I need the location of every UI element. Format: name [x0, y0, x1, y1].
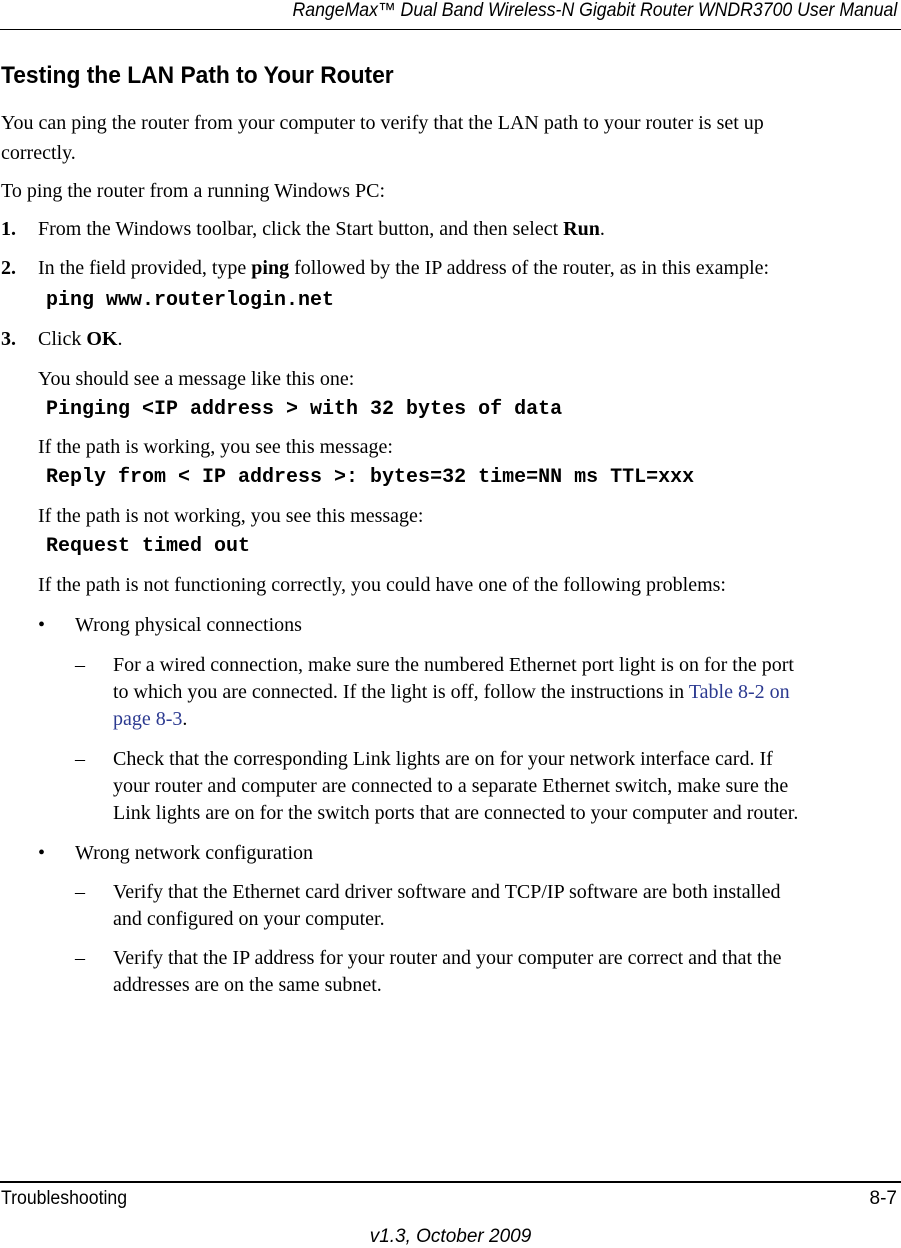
footer-version: v1.3, October 2009: [369, 1226, 532, 1247]
step-2-text-before: In the field provided, type: [38, 257, 252, 279]
problem-1-item-1-period: .: [182, 708, 188, 730]
step-1-number: 1.: [1, 218, 16, 240]
footer-divider: [0, 1181, 901, 1183]
dash-icon: –: [75, 654, 85, 676]
step-2-text: In the field provided, type ping followe…: [38, 253, 769, 283]
problem-1-item-2-line-3: Link lights are on for the switch ports …: [113, 802, 799, 824]
expect-label: You should see a message like this one:: [38, 368, 355, 390]
problem-1-item-1-line-2: to which you are connected. If the light…: [113, 677, 790, 707]
working-label: If the path is working, you see this mes…: [38, 436, 393, 458]
manual-title: RangeMax™ Dual Band Wireless-N Gigabit R…: [292, 0, 897, 21]
step-3-text-after: .: [117, 328, 123, 350]
problem-1-title: Wrong physical connections: [75, 614, 302, 636]
step-2-bold-ping: ping: [251, 257, 290, 279]
intro-line-2: correctly.: [1, 142, 76, 164]
step-1-text: From the Windows toolbar, click the Star…: [38, 214, 605, 244]
problem-2-item-1-line-2: and configured on your computer.: [113, 908, 385, 930]
intro-line-1: You can ping the router from your comput…: [1, 112, 764, 134]
step-3-bold-ok: OK: [86, 328, 118, 350]
problem-2-item-1-line-1: Verify that the Ethernet card driver sof…: [113, 881, 781, 903]
problem-1-item-2-line-2: your router and computer are connected t…: [113, 775, 789, 797]
footer-page-number: 8-7: [869, 1188, 897, 1209]
dash-icon: –: [75, 947, 85, 969]
section-title: Testing the LAN Path to Your Router: [1, 62, 394, 89]
step-2-text-after: followed by the IP address of the router…: [289, 257, 770, 279]
dash-icon: –: [75, 881, 85, 903]
header-divider: [0, 29, 901, 30]
problem-1-item-1-line-1: For a wired connection, make sure the nu…: [113, 654, 794, 676]
not-working-code: Request timed out: [46, 535, 251, 558]
step-1-text-after: .: [599, 218, 605, 240]
bullet-icon: •: [38, 842, 46, 864]
step-1-bold-run: Run: [563, 218, 600, 240]
problem-2-item-2-line-1: Verify that the IP address for your rout…: [113, 947, 782, 969]
working-code: Reply from < IP address >: bytes=32 time…: [46, 466, 695, 489]
problems-label: If the path is not functioning correctly…: [38, 574, 726, 596]
step-3-text: Click OK.: [38, 324, 122, 354]
step-1-text-before: From the Windows toolbar, click the Star…: [38, 218, 564, 240]
page-8-3-link[interactable]: page 8-3: [113, 708, 182, 730]
problem-1-item-1-text: to which you are connected. If the light…: [113, 681, 689, 703]
expect-code: Pinging <IP address > with 32 bytes of d…: [46, 398, 563, 421]
step-2-code: ping www.routerlogin.net: [46, 289, 335, 312]
step-2-number: 2.: [1, 257, 16, 279]
problem-2-title: Wrong network configuration: [75, 842, 314, 864]
problem-1-item-1-line-3: page 8-3.: [113, 704, 187, 734]
bullet-icon: •: [38, 614, 46, 636]
not-working-label: If the path is not working, you see this…: [38, 505, 424, 527]
step-3-text-before: Click: [38, 328, 87, 350]
dash-icon: –: [75, 748, 85, 770]
lead-text: To ping the router from a running Window…: [1, 180, 386, 202]
step-3-number: 3.: [1, 328, 16, 350]
problem-2-item-2-line-2: addresses are on the same subnet.: [113, 974, 382, 996]
problem-1-item-2-line-1: Check that the corresponding Link lights…: [113, 748, 773, 770]
table-8-2-link[interactable]: Table 8-2 on: [689, 681, 790, 703]
footer-chapter: Troubleshooting: [1, 1188, 128, 1209]
